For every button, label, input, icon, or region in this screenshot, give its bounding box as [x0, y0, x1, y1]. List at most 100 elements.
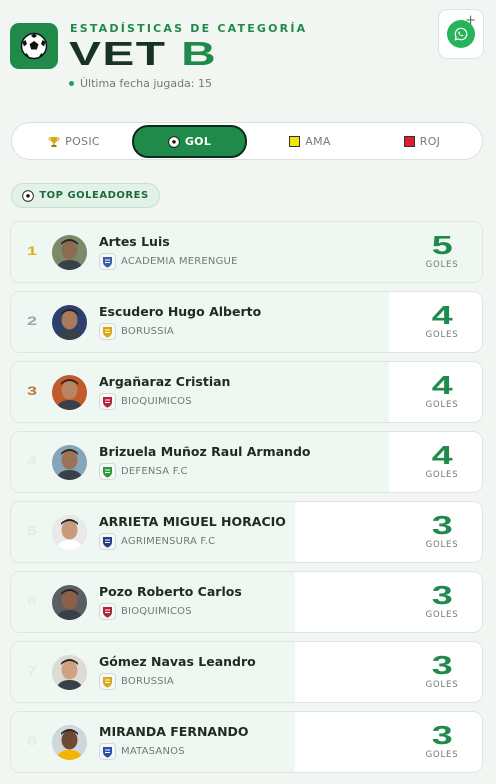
goals-number: 4 [431, 300, 453, 330]
rank-number: 7 [26, 664, 38, 678]
goals-count: 3 GOLES [417, 650, 467, 690]
trophy-icon [48, 136, 60, 147]
goals-label: GOLES [425, 260, 459, 270]
club-crest-icon [99, 323, 116, 340]
scorer-card[interactable]: 7 Gómez Navas Leandro BORUSSIA 3 GOLES [10, 641, 483, 703]
club-crest-icon [99, 253, 116, 270]
avatar [52, 305, 87, 340]
tab-goles[interactable]: GOL [132, 125, 247, 158]
goals-label: GOLES [425, 680, 459, 690]
tab-label: POSIC [65, 135, 100, 148]
soccer-ball-icon [168, 135, 180, 148]
player-name: Argañaraz Cristian [99, 374, 231, 389]
player-name: Artes Luis [99, 234, 170, 249]
club-name: BORUSSIA [121, 326, 174, 337]
player-name: ARRIETA MIGUEL HORACIO [99, 514, 286, 529]
page-title: VET B [69, 34, 217, 74]
club-name: BORUSSIA [121, 676, 174, 687]
status-dot [69, 81, 74, 86]
stats-tabs: POSIC GOL AMA ROJ [11, 122, 483, 160]
rank-number: 6 [26, 594, 38, 608]
goals-label: GOLES [425, 330, 459, 340]
avatar [52, 585, 87, 620]
rank-number: 3 [26, 384, 38, 398]
avatar [52, 725, 87, 760]
club-crest-icon [99, 393, 116, 410]
scorer-card[interactable]: 2 Escudero Hugo Alberto BORUSSIA 4 GOLES [10, 291, 483, 353]
goals-count: 3 GOLES [417, 580, 467, 620]
page-header: ESTADÍSTICAS DE CATEGORÍA VET B Última f… [0, 0, 496, 110]
goals-number: 4 [431, 370, 453, 400]
player-name: Gómez Navas Leandro [99, 654, 256, 669]
club-crest-icon [99, 743, 116, 760]
club-info: AGRIMENSURA F.C [99, 533, 215, 550]
club-name: ACADEMIA MERENGUE [121, 256, 238, 267]
club-crest-icon [99, 533, 116, 550]
section-title: TOP GOLEADORES [39, 190, 149, 201]
goals-label: GOLES [425, 610, 459, 620]
club-info: ACADEMIA MERENGUE [99, 253, 238, 270]
goals-label: GOLES [425, 750, 459, 760]
club-name: AGRIMENSURA F.C [121, 536, 216, 547]
club-crest-icon [99, 673, 116, 690]
player-name: MIRANDA FERNANDO [99, 724, 249, 739]
club-info: DEFENSA F.C [99, 463, 188, 480]
avatar [52, 375, 87, 410]
club-info: BIOQUIMICOS [99, 393, 192, 410]
avatar [52, 235, 87, 270]
plus-icon: + [465, 13, 476, 28]
rank-number: 2 [26, 314, 38, 328]
player-name: Brizuela Muñoz Raul Armando [99, 444, 311, 459]
goals-count: 4 GOLES [417, 300, 467, 340]
goals-number: 3 [431, 510, 453, 540]
category-logo [10, 23, 58, 69]
goals-count: 3 GOLES [417, 510, 467, 550]
player-name: Escudero Hugo Alberto [99, 304, 262, 319]
last-date-info: Última fecha jugada: 15 [69, 77, 212, 90]
rank-number: 4 [26, 454, 38, 468]
club-crest-icon [99, 463, 116, 480]
scorer-card[interactable]: 8 MIRANDA FERNANDO MATASANOS 3 GOLES [10, 711, 483, 773]
yellow-card-icon [289, 136, 301, 147]
club-crest-icon [99, 603, 116, 620]
title-accent: B [181, 35, 218, 72]
club-name: BIOQUIMICOS [121, 606, 192, 617]
tab-label: ROJ [419, 135, 441, 148]
section-label: TOP GOLEADORES [11, 183, 160, 208]
goals-count: 4 GOLES [417, 370, 467, 410]
avatar [52, 445, 87, 480]
goals-number: 3 [431, 580, 453, 610]
title-main: VET [69, 35, 167, 72]
scorer-card[interactable]: 5 ARRIETA MIGUEL HORACIO AGRIMENSURA F.C… [10, 501, 483, 563]
goals-label: GOLES [425, 400, 459, 410]
rank-number: 8 [26, 734, 38, 748]
scorer-card[interactable]: 4 Brizuela Muñoz Raul Armando DEFENSA F.… [10, 431, 483, 493]
whatsapp-button[interactable]: + [438, 9, 484, 59]
club-info: BORUSSIA [99, 323, 174, 340]
goals-number: 3 [431, 720, 453, 750]
scorer-card[interactable]: 3 Argañaraz Cristian BIOQUIMICOS 4 GOLES [10, 361, 483, 423]
scorer-card[interactable]: 6 Pozo Roberto Carlos BIOQUIMICOS 3 GOLE… [10, 571, 483, 633]
goals-number: 3 [431, 650, 453, 680]
goals-count: 3 GOLES [417, 720, 467, 760]
tab-label: GOL [184, 135, 212, 148]
rank-number: 5 [26, 524, 38, 538]
goals-number: 4 [431, 440, 453, 470]
player-name: Pozo Roberto Carlos [99, 584, 242, 599]
soccer-ball-icon [22, 189, 35, 202]
tab-rojas[interactable]: ROJ [372, 127, 472, 156]
last-date-text: Última fecha jugada: 15 [80, 77, 212, 90]
club-info: BIOQUIMICOS [99, 603, 192, 620]
goals-count: 5 GOLES [417, 230, 467, 270]
tab-amarillas[interactable]: AMA [260, 127, 360, 156]
tab-label: AMA [305, 135, 331, 148]
soccer-ball-icon [20, 32, 48, 60]
club-info: BORUSSIA [99, 673, 174, 690]
scorer-card[interactable]: 1 Artes Luis ACADEMIA MERENGUE 5 GOLES [10, 221, 483, 283]
red-card-icon [403, 136, 415, 147]
tab-posiciones[interactable]: POSIC [24, 127, 124, 156]
avatar [52, 655, 87, 690]
avatar [52, 515, 87, 550]
goals-label: GOLES [425, 470, 459, 480]
goals-number: 5 [431, 230, 453, 260]
